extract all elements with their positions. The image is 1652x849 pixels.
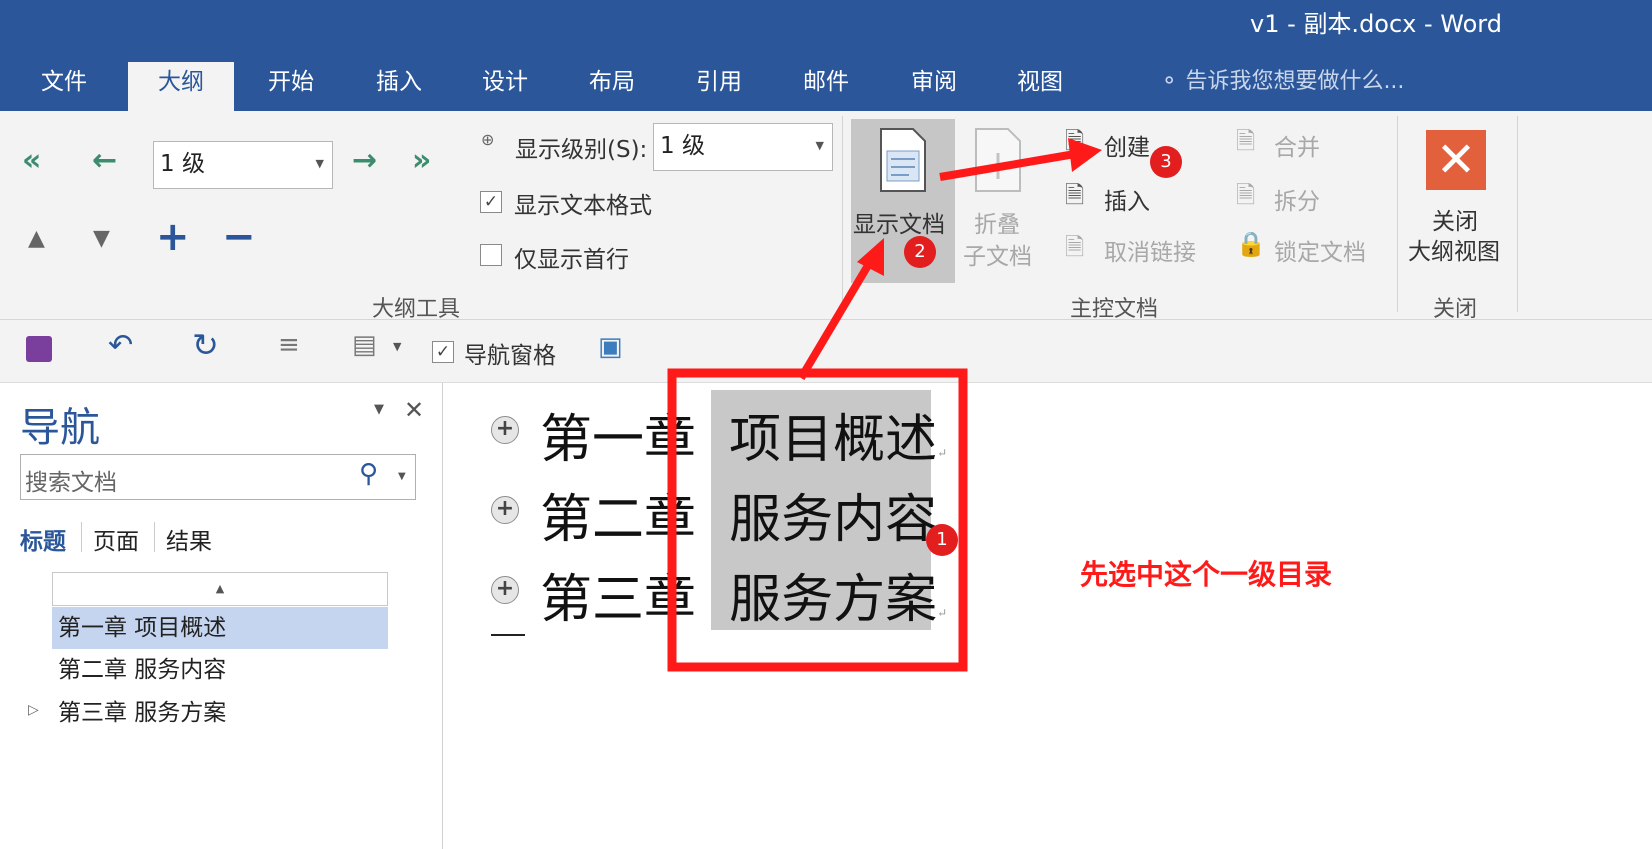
selection-annotation-box bbox=[667, 368, 968, 672]
annotation-note: 先选中这个一级目录 bbox=[1080, 558, 1333, 591]
step-badge-1: 1 bbox=[926, 524, 958, 556]
step-badge-2: 2 bbox=[904, 236, 936, 268]
annotation-arrow-line bbox=[939, 150, 1076, 181]
annotation-overlay bbox=[667, 138, 1102, 672]
step-badge-3: 3 bbox=[1150, 146, 1182, 178]
annotation-arrow-line bbox=[797, 259, 874, 381]
annotation-arrow-head bbox=[1068, 138, 1102, 172]
